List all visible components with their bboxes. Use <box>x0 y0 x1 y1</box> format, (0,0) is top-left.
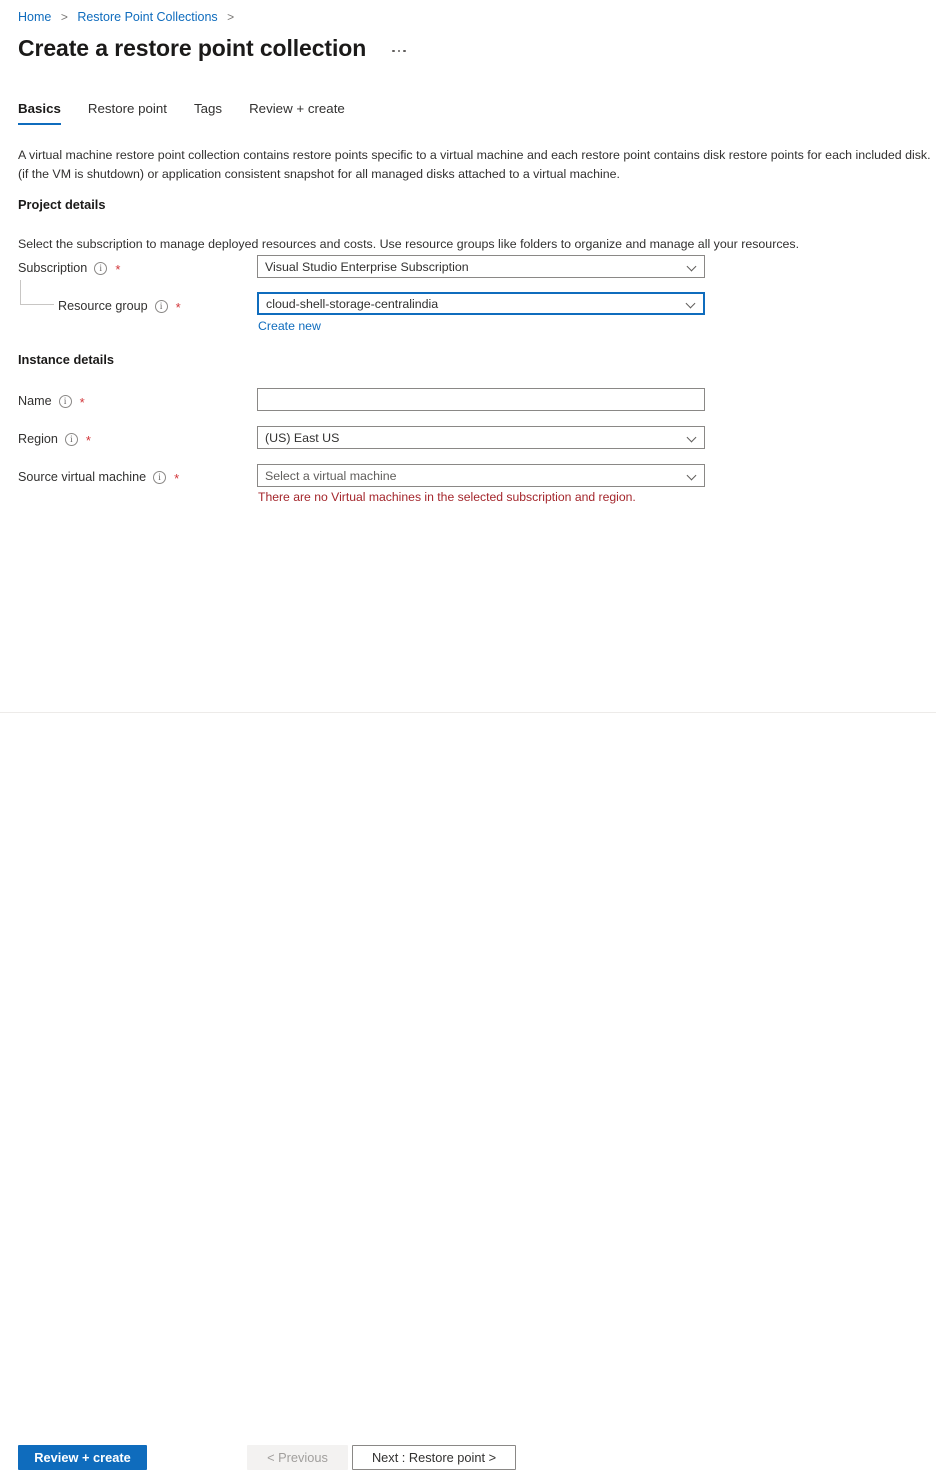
dot-3 <box>403 50 406 53</box>
wizard-tabs: Basics Restore point Tags Review + creat… <box>18 100 372 125</box>
info-icon[interactable]: i <box>153 471 166 484</box>
chevron-down-icon <box>687 470 698 481</box>
description-line-1: A virtual machine restore point collecti… <box>18 146 934 165</box>
required-asterisk: * <box>176 303 181 313</box>
breadcrumb-item-home[interactable]: Home <box>18 10 51 24</box>
create-new-resource-group-link[interactable]: Create new <box>258 318 321 334</box>
name-label-group: Name i * <box>18 393 85 410</box>
dot-1 <box>392 50 395 53</box>
source-vm-error-message: There are no Virtual machines in the sel… <box>258 489 636 505</box>
breadcrumb-item-restore-point-collections[interactable]: Restore Point Collections <box>77 10 217 24</box>
info-icon[interactable]: i <box>155 300 168 313</box>
page-description: A virtual machine restore point collecti… <box>18 146 934 183</box>
description-line-2: (if the VM is shutdown) or application c… <box>18 165 934 184</box>
source-vm-label-group: Source virtual machine i * <box>18 469 179 486</box>
info-icon[interactable]: i <box>59 395 72 408</box>
subscription-resource-group-connector <box>20 280 54 305</box>
tab-basics[interactable]: Basics <box>18 100 61 125</box>
chevron-down-icon <box>686 298 697 309</box>
name-input[interactable] <box>257 388 705 411</box>
subscription-value: Visual Studio Enterprise Subscription <box>265 260 681 274</box>
resource-group-dropdown[interactable]: cloud-shell-storage-centralindia <box>257 292 705 315</box>
section-heading-project-details: Project details <box>18 196 105 214</box>
region-dropdown[interactable]: (US) East US <box>257 426 705 449</box>
source-vm-placeholder: Select a virtual machine <box>265 469 681 483</box>
project-details-note: Select the subscription to manage deploy… <box>18 235 799 253</box>
previous-button: < Previous <box>247 1445 348 1470</box>
source-vm-label: Source virtual machine <box>18 469 146 486</box>
info-icon[interactable]: i <box>65 433 78 446</box>
name-label: Name <box>18 393 52 410</box>
page-title-row: Create a restore point collection <box>18 33 412 63</box>
page-title: Create a restore point collection <box>18 33 366 63</box>
required-asterisk: * <box>115 265 120 275</box>
breadcrumb-separator-icon: > <box>227 10 234 24</box>
chevron-down-icon <box>687 432 698 443</box>
breadcrumb: Home > Restore Point Collections > <box>18 9 240 25</box>
tab-restore-point[interactable]: Restore point <box>88 100 167 125</box>
footer-bar: Review + create < Previous Next : Restor… <box>0 713 936 764</box>
required-asterisk: * <box>174 474 179 484</box>
region-label-group: Region i * <box>18 431 91 448</box>
next-button[interactable]: Next : Restore point > <box>352 1445 516 1470</box>
resource-group-label-group: Resource group i * <box>58 298 181 315</box>
section-heading-instance-details: Instance details <box>18 351 114 369</box>
more-options-icon[interactable] <box>386 41 412 61</box>
required-asterisk: * <box>80 398 85 408</box>
subscription-label-group: Subscription i * <box>18 260 120 277</box>
source-vm-dropdown[interactable]: Select a virtual machine <box>257 464 705 487</box>
resource-group-label: Resource group <box>58 298 148 315</box>
tab-tags[interactable]: Tags <box>194 100 222 125</box>
region-value: (US) East US <box>265 431 681 445</box>
subscription-label: Subscription <box>18 260 87 277</box>
info-icon[interactable]: i <box>94 262 107 275</box>
chevron-down-icon <box>687 261 698 272</box>
dot-2 <box>398 50 401 53</box>
region-label: Region <box>18 431 58 448</box>
breadcrumb-separator-icon: > <box>61 10 68 24</box>
subscription-dropdown[interactable]: Visual Studio Enterprise Subscription <box>257 255 705 278</box>
required-asterisk: * <box>86 436 91 446</box>
tab-review-create[interactable]: Review + create <box>249 100 345 125</box>
review-create-button[interactable]: Review + create <box>18 1445 147 1470</box>
resource-group-value: cloud-shell-storage-centralindia <box>266 297 680 311</box>
